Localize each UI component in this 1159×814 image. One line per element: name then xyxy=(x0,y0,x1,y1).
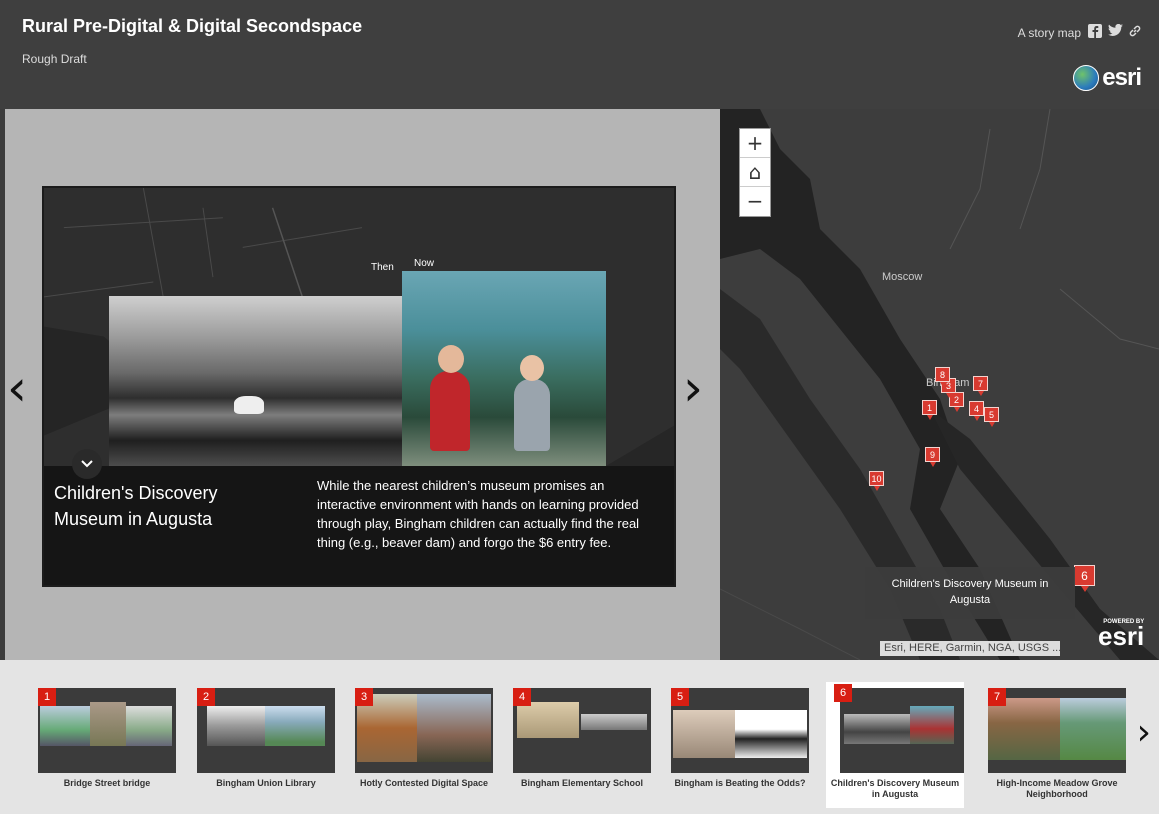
thumbnail-photo xyxy=(265,706,325,746)
then-photo[interactable] xyxy=(109,296,404,466)
thumbnail-photo xyxy=(207,706,265,746)
page-title: Rural Pre-Digital & Digital Secondspace xyxy=(22,16,363,36)
carousel-item-2[interactable]: 2 Bingham Union Library xyxy=(197,688,335,806)
thumbnail-image xyxy=(355,688,493,773)
map-attribution[interactable]: Esri, HERE, Garmin, NGA, USGS ... xyxy=(880,641,1060,656)
link-icon[interactable] xyxy=(1127,24,1143,40)
thumbnail-image xyxy=(840,688,964,773)
previous-slide-button[interactable]: ‹ xyxy=(7,363,27,413)
map-pin-5[interactable]: 5 xyxy=(984,407,999,427)
thumbnail-number: 6 xyxy=(834,684,852,702)
child-figure xyxy=(430,345,470,451)
slide-caption: Children's Discovery Museum in Augusta W… xyxy=(44,466,674,585)
map-label-moscow: Moscow xyxy=(882,271,923,283)
carousel-item-4[interactable]: 4 Bingham Elementary School xyxy=(513,688,651,806)
thumbnail-image xyxy=(38,688,176,773)
thumbnail-label: Bingham Elementary School xyxy=(520,778,644,788)
slide-description: While the nearest children’s museum prom… xyxy=(317,478,640,550)
powered-by-esri: POWERED BY esri xyxy=(1098,619,1145,651)
now-photo[interactable] xyxy=(402,271,606,466)
thumbnail-photo xyxy=(910,706,954,744)
carousel-next-button[interactable]: › xyxy=(1137,712,1151,753)
esri-logo-text: esri xyxy=(1098,621,1145,651)
thumbnail-photo xyxy=(40,706,90,746)
thumbnail-photo xyxy=(417,694,491,762)
facebook-icon[interactable] xyxy=(1087,24,1103,40)
map-pin-7[interactable]: 7 xyxy=(973,376,988,396)
thumbnail-label: High-Income Meadow Grove Neighborhood xyxy=(996,778,1118,799)
globe-icon xyxy=(1073,65,1100,91)
then-label: Then xyxy=(371,262,394,273)
carousel-item-5[interactable]: 5 Bingham is Beating the Odds? xyxy=(671,688,809,806)
chevron-down-icon[interactable] xyxy=(72,449,102,479)
carousel-item-7[interactable]: 7 High-Income Meadow Grove Neighborhood xyxy=(988,688,1126,806)
thumbnail-image xyxy=(513,688,651,773)
map-pin-10[interactable]: 10 xyxy=(869,471,884,491)
map-view[interactable]: + ⌂ − Moscow Bingham 1 2 3 4 5 6 7 8 9 1… xyxy=(720,109,1159,660)
thumbnail-label: Bingham is Beating the Odds? xyxy=(674,778,806,788)
map-pin-9[interactable]: 9 xyxy=(925,447,940,467)
story-map-link[interactable]: A story map xyxy=(1018,26,1081,40)
app-header: Rural Pre-Digital & Digital Secondspace … xyxy=(0,0,1159,109)
map-pin-1[interactable]: 1 xyxy=(922,400,937,420)
slide-carousel: 1 Bridge Street bridge 2 Bingham Union L… xyxy=(0,660,1159,814)
page-subtitle: Rough Draft xyxy=(22,52,87,66)
next-slide-button[interactable]: › xyxy=(683,363,703,413)
thumbnail-photo xyxy=(988,698,1060,760)
thumbnail-image xyxy=(671,688,809,773)
thumbnail-photo xyxy=(673,710,735,758)
carousel-item-6[interactable]: 6 Children's Discovery Museum in Augusta xyxy=(826,682,964,808)
thumbnail-number: 7 xyxy=(988,688,1006,706)
thumbnail-number: 4 xyxy=(513,688,531,706)
esri-logo-text: esri xyxy=(1102,64,1142,91)
map-pin-8[interactable]: 8 xyxy=(935,367,950,387)
thumbnail-photo xyxy=(90,702,126,746)
thumbnail-image xyxy=(988,688,1126,773)
thumbnail-label: Bingham Union Library xyxy=(216,778,316,788)
thumbnail-photo xyxy=(735,710,807,758)
thumbnail-photo xyxy=(126,706,172,746)
thumbnail-number: 2 xyxy=(197,688,215,706)
carousel-item-1[interactable]: 1 Bridge Street bridge xyxy=(38,688,176,806)
zoom-in-button[interactable]: + xyxy=(740,129,770,158)
slide-panel: Then Now Children's Discovery Museum in … xyxy=(42,186,676,587)
now-label: Now xyxy=(414,258,435,269)
thumbnail-number: 1 xyxy=(38,688,56,706)
thumbnail-number: 5 xyxy=(671,688,689,706)
map-pin-6[interactable]: 6 xyxy=(1074,565,1095,592)
carousel-item-3[interactable]: 3 Hotly Contested Digital Space xyxy=(355,688,493,806)
thumbnail-label: Children's Discovery Museum in Augusta xyxy=(830,778,960,799)
thumbnail-photo xyxy=(844,714,910,744)
map-pin-4[interactable]: 4 xyxy=(969,401,984,421)
thumbnail-number: 3 xyxy=(355,688,373,706)
thumbnail-photo xyxy=(1060,698,1126,760)
thumbnail-photo xyxy=(581,714,647,730)
zoom-out-button[interactable]: − xyxy=(740,187,770,216)
thumbnail-image xyxy=(197,688,335,773)
thumbnail-label: Hotly Contested Digital Space xyxy=(359,778,489,788)
thumbnail-label: Bridge Street bridge xyxy=(63,778,151,788)
slide-title: Children's Discovery Museum in Augusta xyxy=(54,483,218,529)
thumbnail-photo xyxy=(517,702,579,738)
twitter-icon[interactable] xyxy=(1107,23,1123,40)
esri-logo: esri xyxy=(1073,64,1142,92)
map-tooltip: Children's Discovery Museum in Augusta xyxy=(865,567,1075,619)
zoom-controls: + ⌂ − xyxy=(739,128,771,217)
child-figure xyxy=(514,355,550,451)
home-icon[interactable]: ⌂ xyxy=(740,158,770,187)
